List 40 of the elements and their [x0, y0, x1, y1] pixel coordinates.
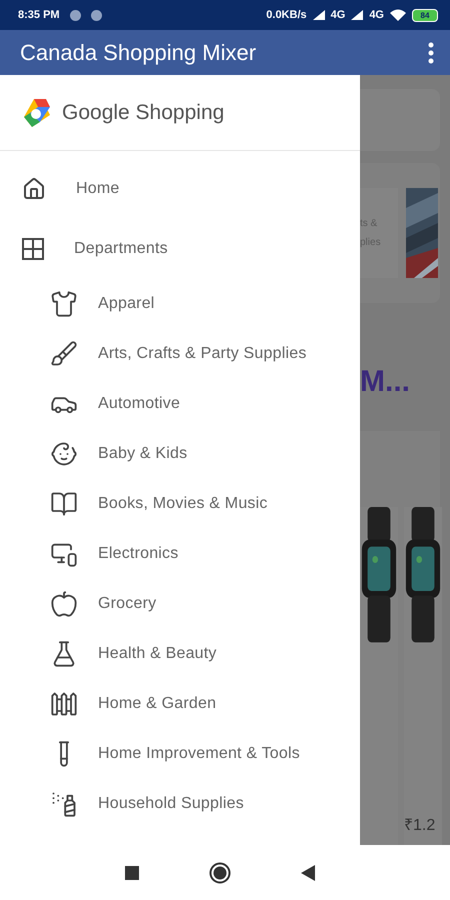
brush-icon: [50, 340, 78, 368]
department-item[interactable]: Grocery: [0, 579, 360, 629]
logo-text: Google Shopping: [62, 100, 224, 124]
network-type: 4G: [369, 9, 384, 21]
menu-icon: [428, 42, 434, 64]
department-item[interactable]: Home & Garden: [0, 679, 360, 729]
department-item[interactable]: Arts, Crafts & Party Supplies: [0, 329, 360, 379]
fence-icon: [50, 690, 78, 718]
notification-icon: [90, 10, 102, 20]
section-heading: M...: [360, 365, 411, 400]
signal-icon: [312, 10, 325, 20]
home-icon: [22, 177, 46, 201]
product-price: ₹1.2: [404, 816, 436, 835]
department-item[interactable]: Books, Movies & Music: [0, 479, 360, 529]
department-item[interactable]: Health & Beauty: [0, 629, 360, 679]
drawer-item[interactable]: Home: [0, 159, 360, 219]
signal-icon: [351, 10, 364, 20]
department-item[interactable]: Household Supplies: [0, 779, 360, 829]
network-type: 4G: [330, 9, 346, 21]
baby-icon: [50, 440, 78, 468]
wifi-icon: [390, 9, 406, 21]
notification-icon: [70, 10, 81, 20]
spray-can-icon: [50, 790, 78, 818]
recents-icon[interactable]: [125, 866, 139, 880]
drawer-item[interactable]: Departments: [0, 219, 360, 279]
network-speed: 0.0KB/s: [266, 9, 307, 21]
department-item[interactable]: Automotive: [0, 379, 360, 429]
department-item[interactable]: Apparel: [0, 279, 360, 329]
department-item[interactable]: Baby & Kids: [0, 429, 360, 479]
book-icon: [50, 490, 78, 518]
status-time: 8:35 PM: [18, 9, 60, 21]
grid-icon: [22, 238, 44, 260]
battery-level: 84: [412, 8, 438, 22]
apple-icon: [50, 590, 78, 618]
department-item[interactable]: Home Improvement & Tools: [0, 729, 360, 779]
department-item[interactable]: Electronics: [0, 529, 360, 579]
shirt-icon: [50, 290, 78, 318]
app-title: Canada Shopping Mixer: [20, 40, 258, 66]
back-icon[interactable]: [301, 864, 315, 880]
home-button-icon[interactable]: [209, 862, 231, 884]
